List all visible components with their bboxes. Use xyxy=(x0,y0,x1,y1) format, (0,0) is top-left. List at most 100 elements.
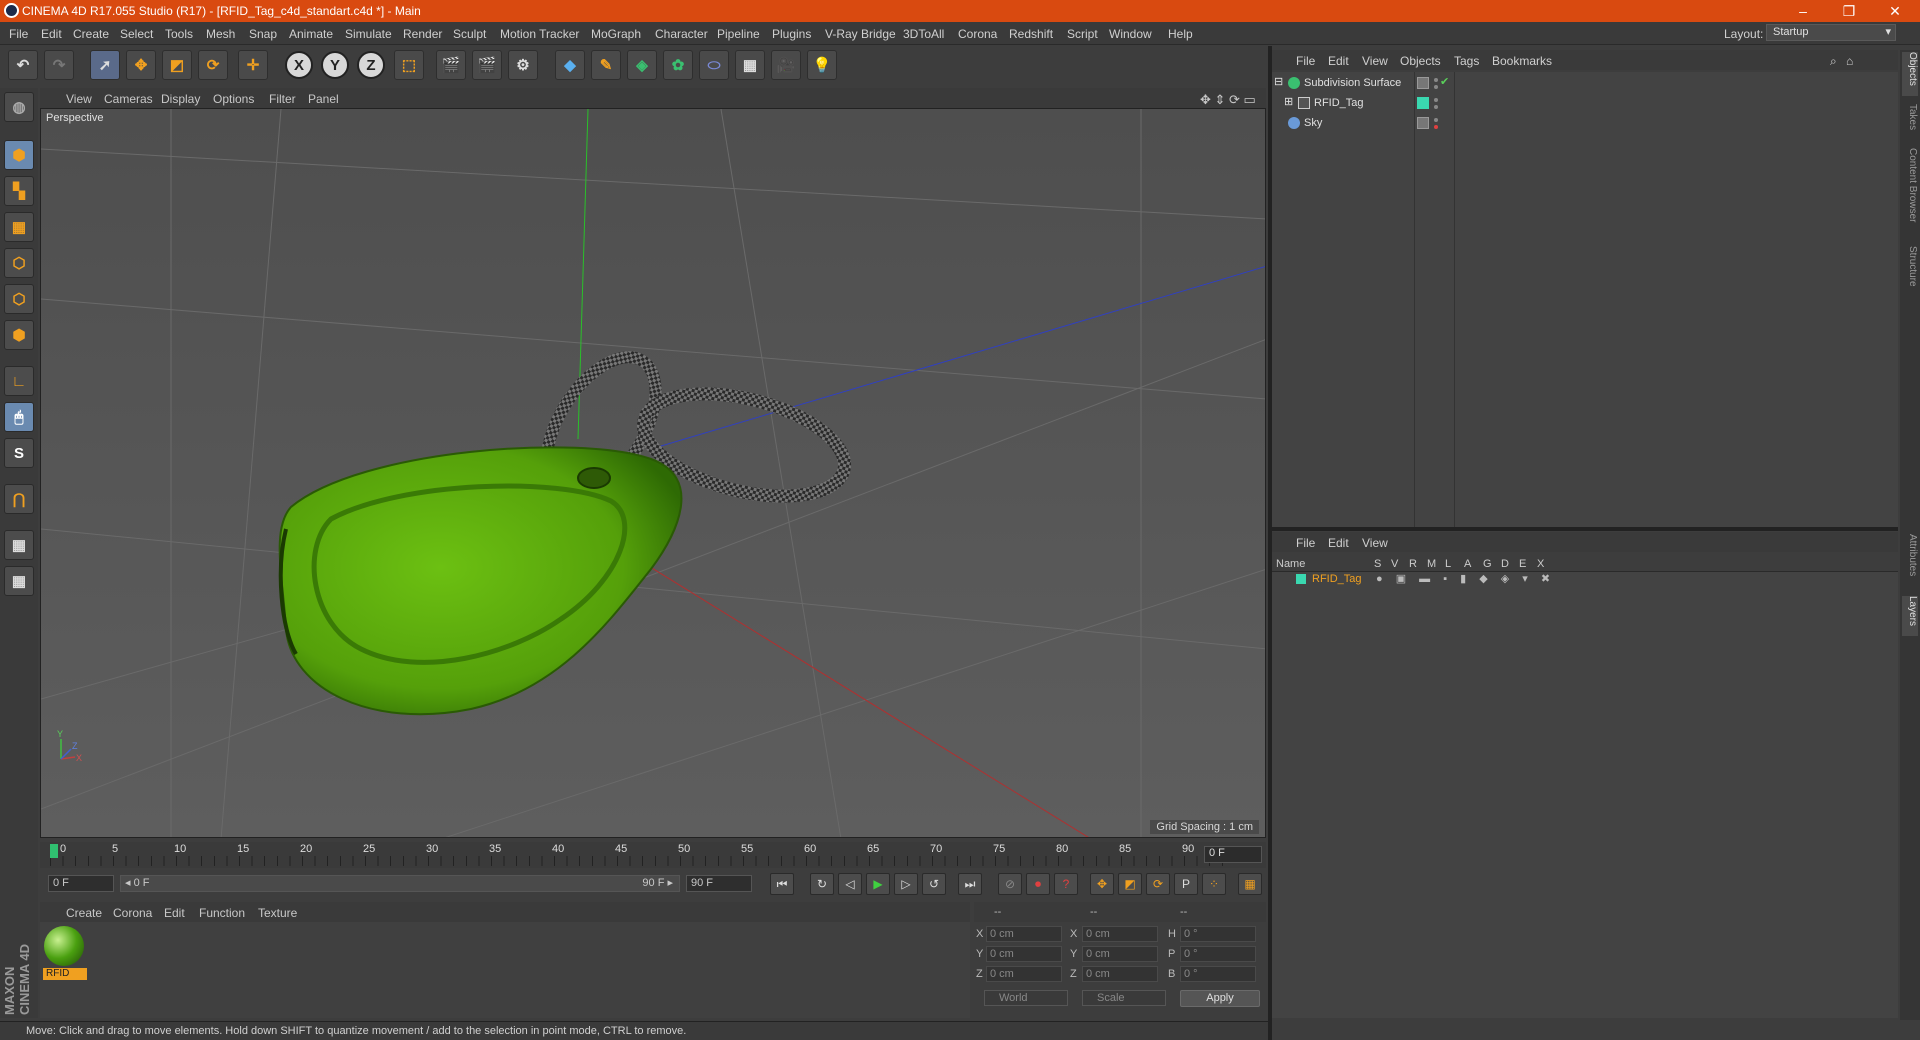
viewport-navigation-icons[interactable]: ✥ ⇕ ⟳ ▭ xyxy=(1200,92,1256,108)
viewport-menu-panel[interactable]: Panel xyxy=(308,92,339,106)
panel-divider[interactable] xyxy=(1268,46,1272,1040)
menu-redshift[interactable]: Redshift xyxy=(1009,27,1053,41)
material-swatch[interactable]: RFID xyxy=(40,922,92,984)
cube-primitive-icon[interactable]: ◆ xyxy=(555,50,585,80)
om-menu-objects[interactable]: Objects xyxy=(1400,54,1441,68)
snap-magnet-icon[interactable]: ⋂ xyxy=(4,484,34,514)
om-menu-edit[interactable]: Edit xyxy=(1328,54,1349,68)
x-axis-lock-button[interactable]: X xyxy=(285,51,313,79)
menu-sculpt[interactable]: Sculpt xyxy=(453,27,486,41)
layer-col-locked[interactable]: L xyxy=(1445,558,1451,570)
size-x-field[interactable]: 0 cm xyxy=(1082,926,1158,942)
menu-pipeline[interactable]: Pipeline xyxy=(717,27,760,41)
layer-col-deformers[interactable]: D xyxy=(1501,558,1509,570)
viewport-menu-options[interactable]: Options xyxy=(213,92,254,106)
layout-select[interactable]: Startup ▾ xyxy=(1766,24,1896,41)
render-view-icon[interactable]: 🎬 xyxy=(436,50,466,80)
menu-vray-bridge[interactable]: V-Ray Bridge xyxy=(825,27,896,41)
visibility-toggle[interactable] xyxy=(1417,77,1429,89)
menu-mograph[interactable]: MoGraph xyxy=(591,27,641,41)
deformer-icon[interactable]: ⬭ xyxy=(699,50,729,80)
minimize-button[interactable]: – xyxy=(1780,0,1826,22)
editor-visibility-dot[interactable] xyxy=(1434,118,1438,122)
key-pla-icon[interactable]: ⁘ xyxy=(1202,873,1226,895)
om-menu-tags[interactable]: Tags xyxy=(1454,54,1479,68)
material-menu-create[interactable]: Create xyxy=(66,906,102,920)
tweak-mode-icon[interactable]: 🖱 xyxy=(4,402,34,432)
menu-window[interactable]: Window xyxy=(1109,27,1152,41)
menu-file[interactable]: File xyxy=(9,27,28,41)
tab-content-browser[interactable]: Content Browser xyxy=(1902,148,1918,240)
menu-help[interactable]: Help xyxy=(1168,27,1193,41)
layer-col-render[interactable]: R xyxy=(1409,558,1417,570)
viewport-menu-view[interactable]: View xyxy=(66,92,92,106)
menu-script[interactable]: Script xyxy=(1067,27,1098,41)
start-frame-field[interactable]: 0 F xyxy=(48,875,114,892)
om-menu-view[interactable]: View xyxy=(1362,54,1388,68)
om-menu-file[interactable]: File xyxy=(1296,54,1315,68)
position-z-field[interactable]: 0 cm xyxy=(986,966,1062,982)
coordinate-space-select[interactable]: World xyxy=(984,990,1068,1006)
make-editable-icon[interactable]: ◍ xyxy=(4,92,34,122)
lm-menu-view[interactable]: View xyxy=(1362,536,1388,550)
layer-row-rfid-tag[interactable]: RFID_Tag ● ▣ ▬ ▪ ▮ ◆ ◈ ▾ ✖ xyxy=(1272,572,1898,588)
layer-toggle-icons[interactable]: ● ▣ ▬ ▪ ▮ ◆ ◈ ▾ ✖ xyxy=(1376,572,1555,585)
position-x-field[interactable]: 0 cm xyxy=(986,926,1062,942)
rotate-tool-icon[interactable]: ⟳ xyxy=(198,50,228,80)
goto-start-icon[interactable]: ⏮ xyxy=(770,873,794,895)
undo-icon[interactable]: ↶ xyxy=(8,50,38,80)
keyframe-icon[interactable]: ⊘ xyxy=(998,873,1022,895)
menu-3dtoall[interactable]: 3DToAll xyxy=(903,27,944,41)
menu-motion-tracker[interactable]: Motion Tracker xyxy=(500,27,579,41)
menu-create[interactable]: Create xyxy=(73,27,109,41)
apply-button[interactable]: Apply xyxy=(1180,990,1260,1007)
rotation-p-field[interactable]: 0 ° xyxy=(1180,946,1256,962)
cloner-icon[interactable]: ✿ xyxy=(663,50,693,80)
autokey-icon[interactable]: ? xyxy=(1054,873,1078,895)
om-menu-bookmarks[interactable]: Bookmarks xyxy=(1492,54,1552,68)
object-row-subdivision-surface[interactable]: ⊟ Subdivision Surface ✔ xyxy=(1272,74,1898,93)
play-icon[interactable]: ▶ xyxy=(866,873,890,895)
layer-color-swatch[interactable] xyxy=(1296,574,1306,584)
object-row-rfid-tag[interactable]: ⊞ RFID_Tag xyxy=(1272,94,1898,113)
enabled-check-icon[interactable]: ✔ xyxy=(1440,75,1449,88)
collapse-icon[interactable]: ⊟ xyxy=(1274,75,1283,88)
close-button[interactable]: ✕ xyxy=(1872,0,1918,22)
menu-character[interactable]: Character xyxy=(655,27,708,41)
layer-col-solo[interactable]: S xyxy=(1374,558,1381,570)
layer-col-visible[interactable]: V xyxy=(1391,558,1398,570)
visibility-toggle[interactable] xyxy=(1417,117,1429,129)
planar-workplane-icon[interactable]: ▦ xyxy=(4,566,34,596)
layer-col-xref[interactable]: X xyxy=(1537,558,1544,570)
goto-end-icon[interactable]: ⏭ xyxy=(958,873,982,895)
search-icon[interactable]: ⌕ xyxy=(1830,54,1837,69)
rotation-h-field[interactable]: 0 ° xyxy=(1180,926,1256,942)
panel-divider[interactable] xyxy=(1272,527,1898,531)
polygons-mode-icon[interactable]: ⬢ xyxy=(4,320,34,350)
model-mode-icon[interactable]: ⬢ xyxy=(4,140,34,170)
viewport-scene[interactable]: Y X Z xyxy=(41,109,1266,838)
lm-menu-file[interactable]: File xyxy=(1296,536,1315,550)
menu-snap[interactable]: Snap xyxy=(249,27,277,41)
tab-objects[interactable]: Objects xyxy=(1902,52,1918,96)
loop-icon[interactable]: ↻ xyxy=(810,873,834,895)
pen-spline-icon[interactable]: ✎ xyxy=(591,50,621,80)
object-row-sky[interactable]: Sky xyxy=(1272,114,1898,133)
coordinate-system-icon[interactable]: ⬚ xyxy=(394,50,424,80)
material-menu-corona[interactable]: Corona xyxy=(113,906,152,920)
menu-select[interactable]: Select xyxy=(120,27,153,41)
restore-button[interactable]: ❐ xyxy=(1826,0,1872,22)
scale-tool-icon[interactable]: ◩ xyxy=(162,50,192,80)
size-y-field[interactable]: 0 cm xyxy=(1082,946,1158,962)
render-visibility-dot[interactable] xyxy=(1434,85,1438,89)
layer-col-manager[interactable]: M xyxy=(1427,558,1436,570)
preview-range-slider[interactable]: ◂ 0 F 90 F ▸ xyxy=(120,875,680,892)
step-back-icon[interactable]: ◁ xyxy=(838,873,862,895)
workplane-lock-icon[interactable]: ▦ xyxy=(4,530,34,560)
workplane-icon[interactable]: ▦ xyxy=(4,212,34,242)
move-tool-icon[interactable]: ✥ xyxy=(126,50,156,80)
key-scale-icon[interactable]: ◩ xyxy=(1118,873,1142,895)
material-menu-edit[interactable]: Edit xyxy=(164,906,185,920)
size-z-field[interactable]: 0 cm xyxy=(1082,966,1158,982)
menu-tools[interactable]: Tools xyxy=(165,27,193,41)
